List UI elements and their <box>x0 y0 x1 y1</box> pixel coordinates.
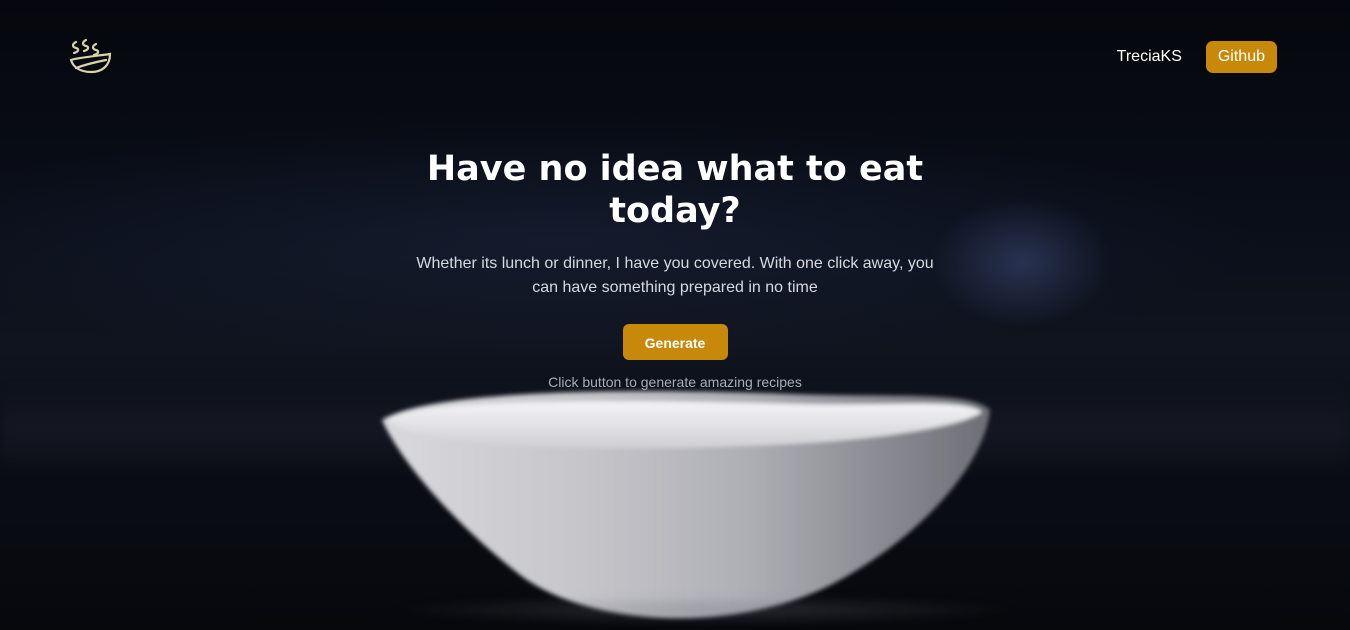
top-nav: TreciaKS Github <box>1117 41 1277 73</box>
header: TreciaKS Github <box>0 0 1350 110</box>
nav-user-link[interactable]: TreciaKS <box>1117 48 1182 66</box>
steaming-bowl-icon[interactable] <box>66 36 116 80</box>
page: TreciaKS Github Have no idea what to eat… <box>0 0 1350 630</box>
generate-button[interactable]: Generate <box>622 324 728 360</box>
hero-subtitle: Whether its lunch or dinner, I have you … <box>416 255 934 296</box>
background-bowl-image <box>382 391 990 618</box>
hero-title: Have no idea what to eat today? <box>426 149 924 231</box>
generate-hint: Click button to generate amazing recipes <box>548 374 802 390</box>
github-button[interactable]: Github <box>1205 41 1277 73</box>
hero-section: Have no idea what to eat today? Whether … <box>0 148 1350 390</box>
bowl-shadow <box>385 595 1025 625</box>
